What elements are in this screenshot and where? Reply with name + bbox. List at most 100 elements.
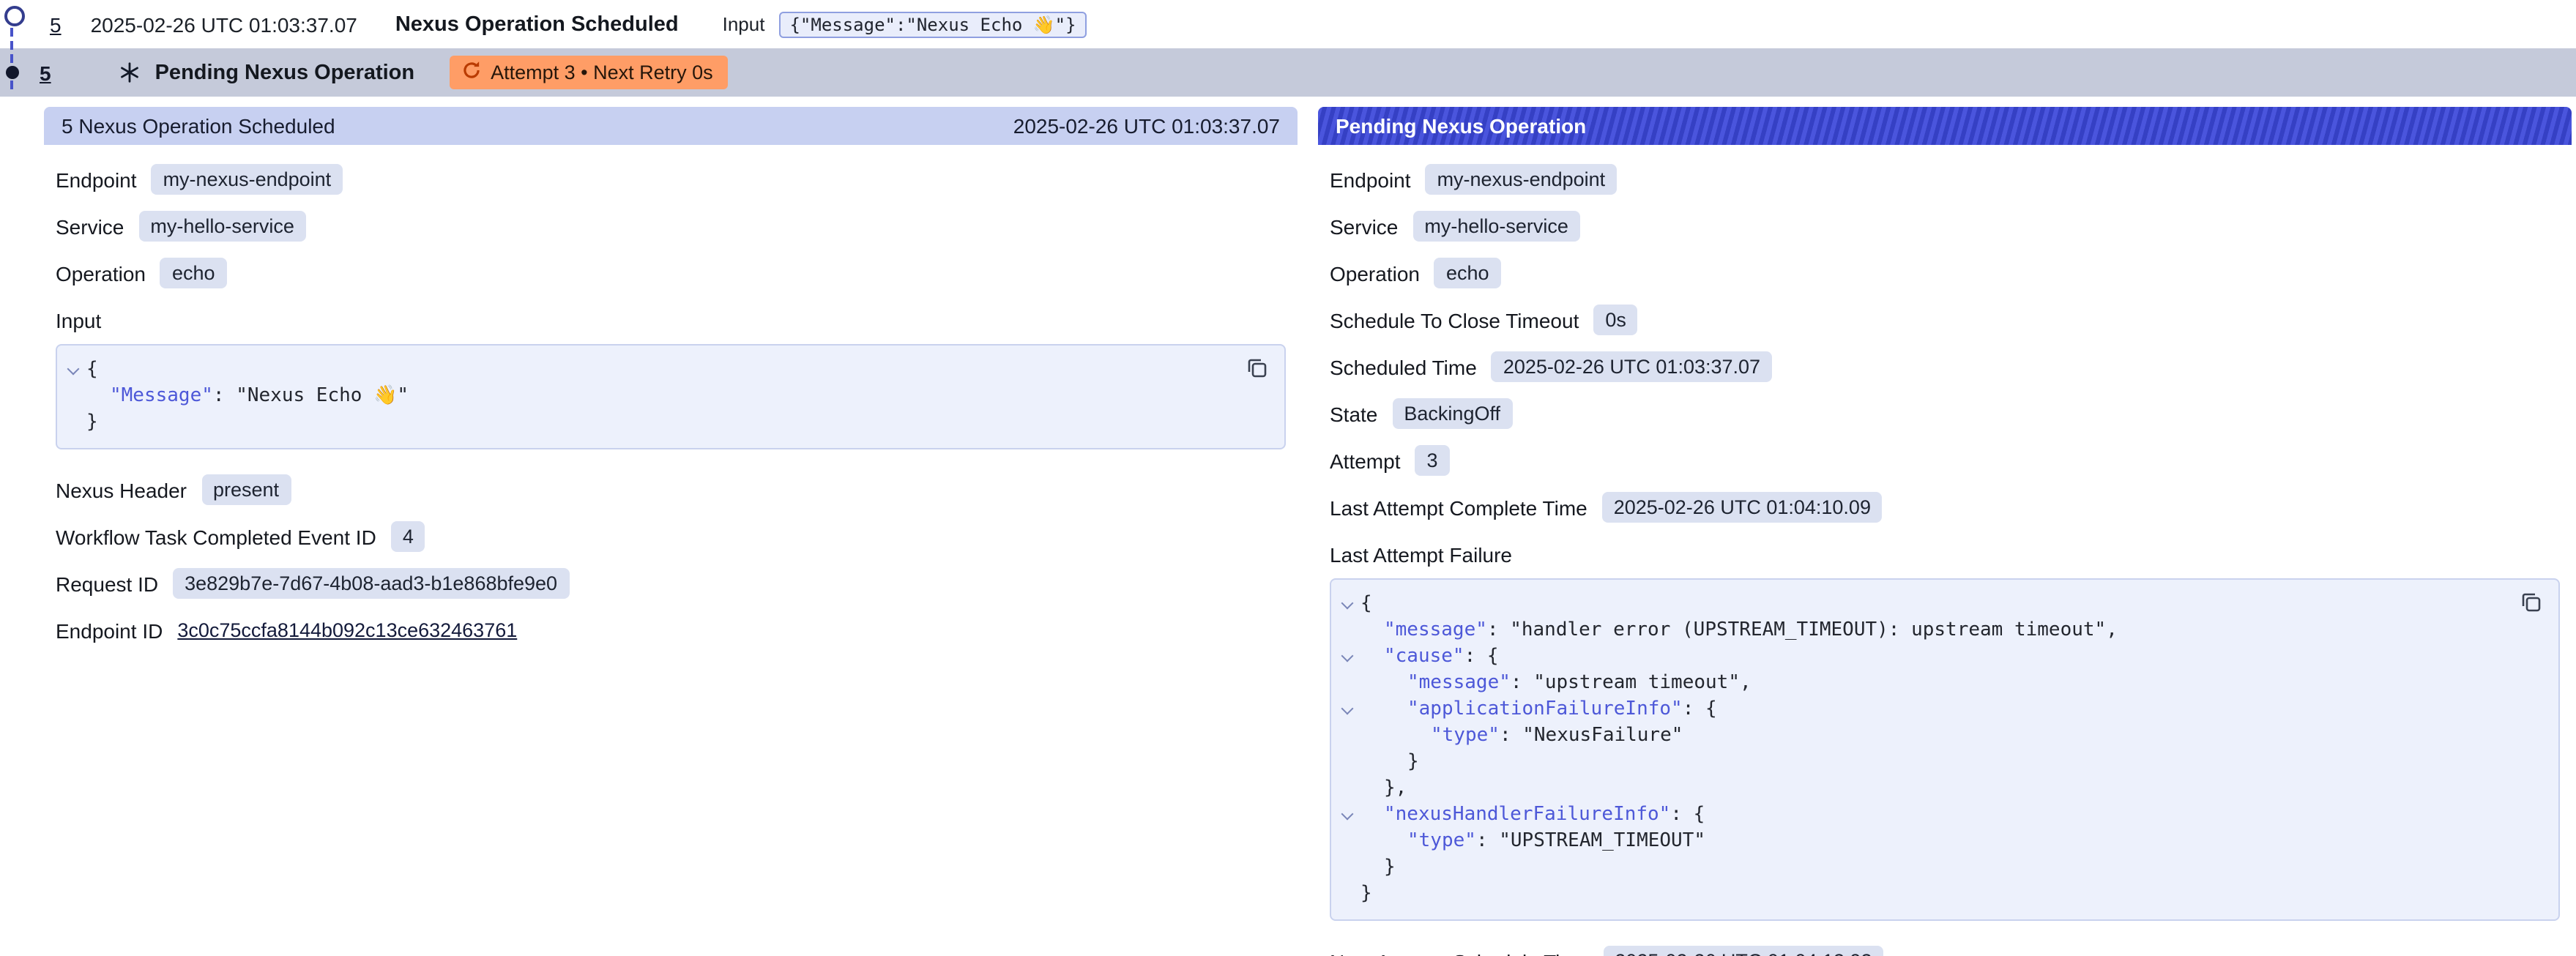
last-attempt-failure-label: Last Attempt Failure [1330,537,2560,571]
event-detail-panels: 5 Nexus Operation Scheduled 2025-02-26 U… [0,97,2576,956]
input-section-label: Input [56,303,1286,337]
field-value: my-nexus-endpoint [1426,164,1618,195]
event-title: Nexus Operation Scheduled [395,12,679,36]
field-label: Schedule To Close Timeout [1330,308,1579,332]
code-gutter [1334,723,1360,750]
collapse-chevron-icon[interactable] [1334,591,1360,618]
detail-field-row: Endpoint ID 3c0c75ccfa8144b092c13ce63246… [56,613,1286,647]
copy-icon[interactable] [1245,356,1270,381]
panel-pending-nexus-operation: Pending Nexus Operation Endpoint my-nexu… [1318,107,2572,956]
detail-field-row: Nexus Header present [56,473,1286,507]
collapse-chevron-icon[interactable] [1334,802,1360,829]
field-value: BackingOff [1392,398,1512,429]
panel-timestamp: 2025-02-26 UTC 01:03:37.07 [1013,114,1280,138]
timeline-gutter [0,0,44,176]
code-line: "message": "handler error (UPSTREAM_TIME… [1334,618,2506,644]
event-title: Pending Nexus Operation [155,61,415,84]
input-label: Input [723,13,765,35]
collapse-chevron-icon[interactable] [1334,697,1360,723]
field-label: Next Attempt Schedule Time [1330,949,1588,956]
code-line: } [1334,750,2506,776]
detail-field-row: Service my-hello-service [1330,209,2560,243]
event-history-list: 5 2025-02-26 UTC 01:03:37.07 Nexus Opera… [0,0,2576,97]
field-value: 4 [391,521,425,552]
scheduled-panel-body: Endpoint my-nexus-endpoint Service my-he… [44,145,1298,675]
collapse-chevron-icon[interactable] [1334,644,1360,671]
workflow-event-history-view: 5 2025-02-26 UTC 01:03:37.07 Nexus Opera… [0,0,2576,956]
timeline-start-marker-icon [4,6,25,26]
copy-icon[interactable] [2519,590,2544,615]
field-label: Nexus Header [56,478,187,501]
field-label: Workflow Task Completed Event ID [56,525,376,548]
field-value: 3e829b7e-7d67-4b08-aad3-b1e868bfe9e0 [173,568,569,599]
field-label: Endpoint [1330,168,1411,191]
code-line: "nexusHandlerFailureInfo": { [1334,802,2506,829]
field-label: Endpoint ID [56,619,163,642]
collapse-chevron-icon[interactable] [60,357,86,384]
timeline-event-dot-icon [6,66,19,79]
code-gutter [1334,671,1360,697]
field-label: Operation [56,261,146,285]
pending-panel-body: Endpoint my-nexus-endpoint Service my-he… [1318,145,2572,956]
detail-field-row: State BackingOff [1330,397,2560,430]
code-line: "message": "upstream timeout", [1334,671,2506,697]
input-preview-chip: {"Message":"Nexus Echo 👋"} [779,11,1086,37]
retry-refresh-icon [461,60,482,85]
timeline-connector-line [10,28,13,89]
detail-field-row: Last Attempt Complete Time 2025-02-26 UT… [1330,490,2560,524]
code-line: } [1334,881,2506,908]
panel-title: 5 Nexus Operation Scheduled [62,114,335,138]
code-gutter [1334,750,1360,776]
pending-asterisk-icon [119,61,141,83]
detail-field-row: Request ID 3e829b7e-7d67-4b08-aad3-b1e86… [56,567,1286,600]
field-label: Last Attempt Complete Time [1330,496,1587,519]
detail-field-row: Attempt 3 [1330,444,2560,477]
code-gutter [1334,776,1360,802]
event-timestamp: 2025-02-26 UTC 01:03:37.07 [91,12,357,36]
event-row-nexus-operation-scheduled[interactable]: 5 2025-02-26 UTC 01:03:37.07 Nexus Opera… [0,0,2576,48]
field-value: 0s [1593,305,1638,335]
code-line: } [1334,855,2506,881]
field-value-link[interactable]: 3c0c75ccfa8144b092c13ce632463761 [177,615,517,646]
event-id-link[interactable]: 5 [50,12,62,36]
code-gutter [60,384,86,410]
detail-field-row: Workflow Task Completed Event ID 4 [56,520,1286,553]
field-value: 3 [1415,445,1450,476]
detail-field-row: Operation echo [1330,256,2560,290]
code-gutter [60,410,86,436]
code-line: }, [1334,776,2506,802]
field-label: Service [1330,214,1398,238]
pending-panel-header: Pending Nexus Operation [1318,107,2572,145]
code-gutter [1334,829,1360,855]
field-value: my-hello-service [1412,211,1580,242]
field-value: echo [1434,258,1501,288]
code-line: { [60,357,1232,384]
detail-field-row: Endpoint my-nexus-endpoint [56,163,1286,196]
detail-field-row: Service my-hello-service [56,209,1286,243]
code-line: { [1334,591,2506,618]
field-label: Attempt [1330,449,1401,472]
field-value: my-hello-service [138,211,306,242]
scheduled-panel-header: 5 Nexus Operation Scheduled 2025-02-26 U… [44,107,1298,145]
code-line: "applicationFailureInfo": { [1334,697,2506,723]
detail-field-row: Scheduled Time 2025-02-26 UTC 01:03:37.0… [1330,350,2560,384]
code-line: "type": "UPSTREAM_TIMEOUT" [1334,829,2506,855]
field-label: Endpoint [56,168,137,191]
retry-badge: Attempt 3 • Next Retry 0s [450,56,728,89]
field-value: present [201,474,291,505]
detail-field-row: Operation echo [56,256,1286,290]
code-gutter [1334,855,1360,881]
input-code-block: {"Message": "Nexus Echo 👋"} [56,344,1286,449]
panel-title: Pending Nexus Operation [1336,114,1586,138]
field-value: 2025-02-26 UTC 01:04:10.09 [1602,492,1883,523]
panel-nexus-operation-scheduled: 5 Nexus Operation Scheduled 2025-02-26 U… [44,107,1298,946]
detail-field-row: Endpoint my-nexus-endpoint [1330,163,2560,196]
code-gutter [1334,618,1360,644]
field-label: State [1330,402,1377,425]
code-line: } [60,410,1232,436]
code-line: "Message": "Nexus Echo 👋" [60,384,1232,410]
field-value: echo [160,258,227,288]
field-label: Scheduled Time [1330,355,1477,378]
code-gutter [1334,881,1360,908]
event-row-pending-nexus-operation[interactable]: 5 Pending Nexus Operation Attempt 3 • Ne… [0,48,2576,97]
